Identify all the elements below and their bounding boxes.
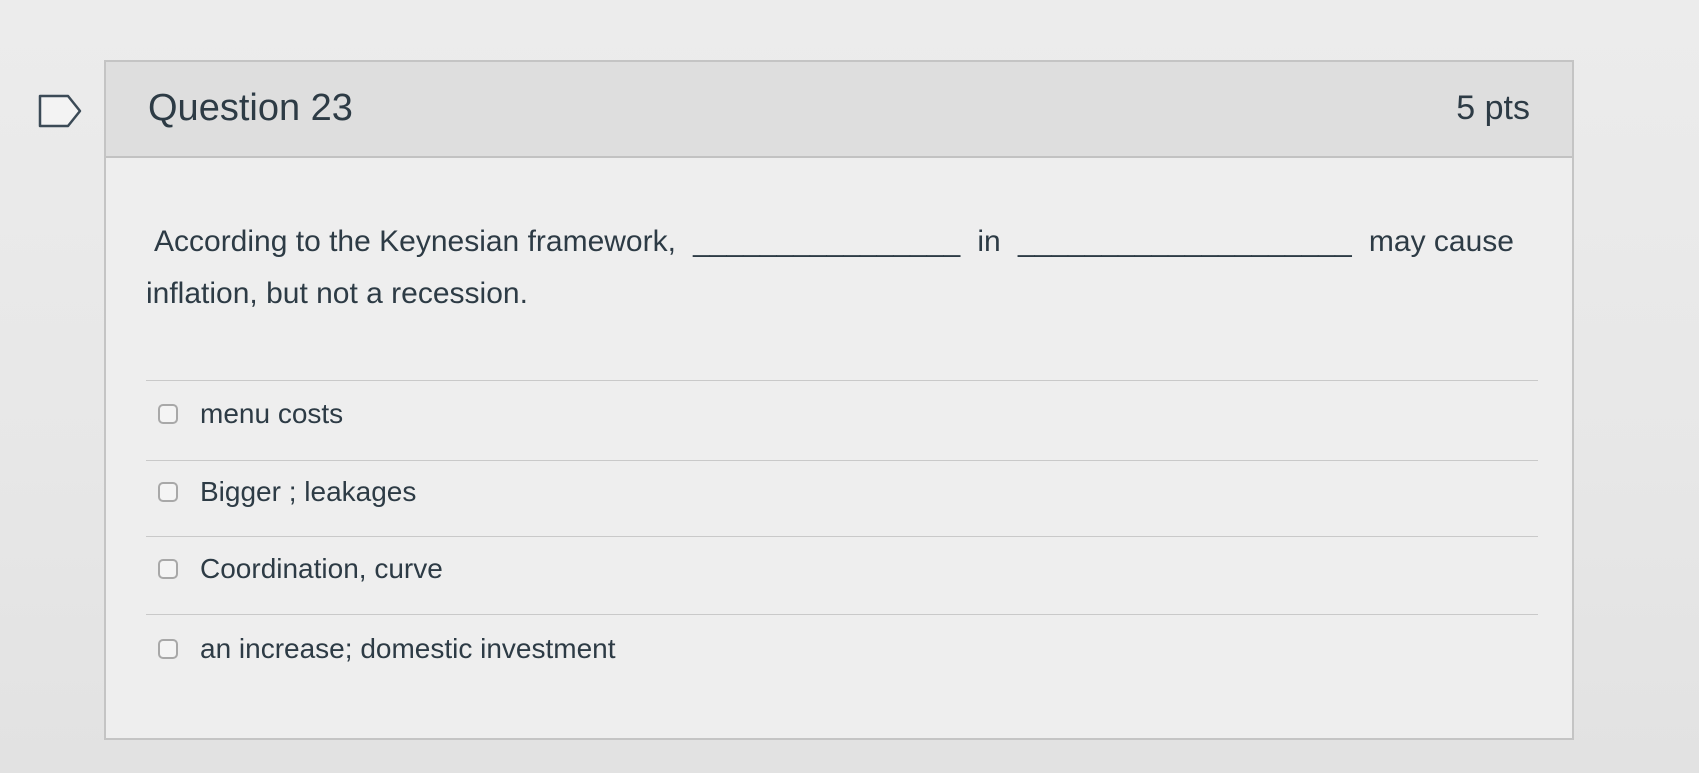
question-text-line-2: inflation, but not a recession. bbox=[146, 277, 528, 310]
answer-option[interactable]: Coordination, curve bbox=[158, 553, 443, 585]
question-title: Question 23 bbox=[148, 87, 353, 129]
answer-option[interactable]: Bigger ; leakages bbox=[158, 476, 416, 508]
checkbox-icon[interactable] bbox=[158, 639, 178, 659]
question-text-part2: in bbox=[977, 225, 1001, 258]
question-blank-1: ________________ bbox=[693, 225, 961, 258]
answer-divider bbox=[146, 536, 1538, 537]
checkbox-icon[interactable] bbox=[158, 559, 178, 579]
checkbox-icon[interactable] bbox=[158, 404, 178, 424]
question-points: 5 pts bbox=[1456, 89, 1530, 127]
answer-divider bbox=[146, 380, 1538, 381]
question-text: According to the Keynesian framework, __… bbox=[146, 216, 1546, 320]
question-text-line-1: According to the Keynesian framework, __… bbox=[154, 216, 1514, 268]
quiz-page: Question 23 5 pts According to the Keyne… bbox=[0, 0, 1699, 773]
answer-label: an increase; domestic investment bbox=[200, 633, 616, 664]
checkbox-icon[interactable] bbox=[158, 482, 178, 502]
answer-label: menu costs bbox=[200, 398, 344, 429]
question-blank-2: ____________________ bbox=[1017, 225, 1352, 258]
question-card: Question 23 5 pts According to the Keyne… bbox=[104, 60, 1574, 740]
answer-option[interactable]: an increase; domestic investment bbox=[158, 633, 616, 665]
answer-divider bbox=[146, 460, 1538, 461]
answer-divider bbox=[146, 614, 1538, 615]
answer-label: Bigger ; leakages bbox=[200, 476, 417, 507]
question-header: Question 23 5 pts bbox=[106, 62, 1572, 158]
answer-option[interactable]: menu costs bbox=[158, 398, 343, 430]
question-text-part3: may cause bbox=[1368, 225, 1514, 258]
flag-question-icon[interactable] bbox=[38, 94, 82, 128]
question-text-part1: According to the Keynesian framework, bbox=[154, 225, 676, 258]
answer-label: Coordination, curve bbox=[200, 553, 443, 584]
